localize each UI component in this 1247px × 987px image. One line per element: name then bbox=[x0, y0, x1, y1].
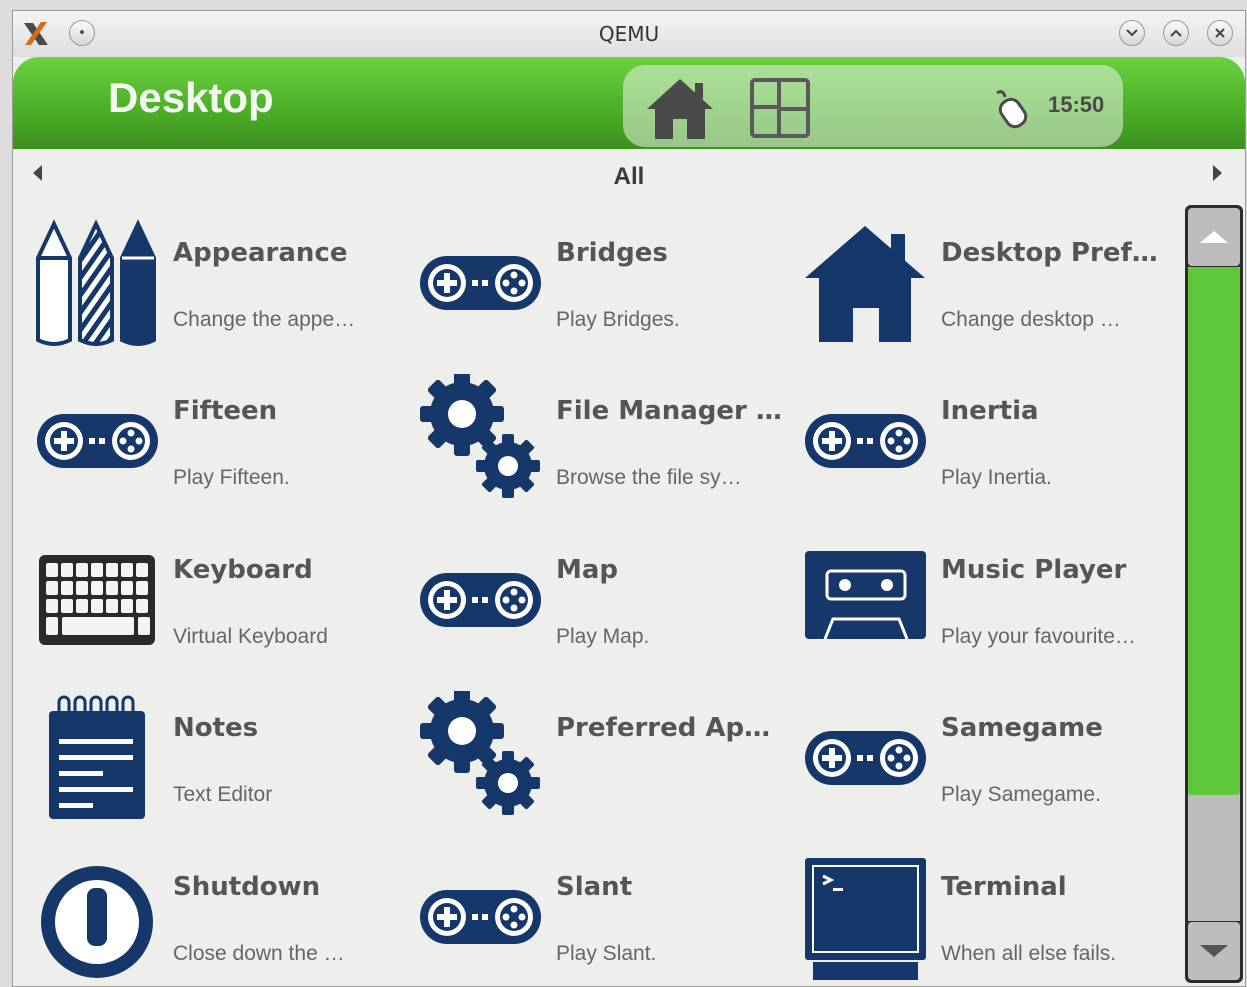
gamepad-icon bbox=[418, 216, 543, 346]
app-description: Browse the file sy… bbox=[556, 466, 742, 489]
app-item-music-player[interactable]: Music Player Play your favourite… bbox=[781, 533, 1161, 683]
app-name: Slant bbox=[556, 872, 633, 902]
app-item-shutdown[interactable]: Shutdown Close down the … bbox=[13, 850, 393, 986]
app-name: Inertia bbox=[941, 396, 1039, 426]
category-label: All bbox=[613, 163, 645, 190]
app-name: Keyboard bbox=[173, 555, 313, 585]
gears-icon bbox=[418, 689, 543, 821]
app-name: Notes bbox=[173, 713, 259, 743]
home-icon[interactable] bbox=[645, 77, 715, 141]
app-item-notes[interactable]: Notes Text Editor bbox=[13, 691, 393, 841]
close-button[interactable] bbox=[1207, 20, 1233, 46]
scrollbar[interactable] bbox=[1185, 205, 1243, 983]
app-description: Play Inertia. bbox=[941, 466, 1052, 489]
terminal-icon bbox=[803, 850, 928, 980]
gears-icon bbox=[418, 372, 543, 504]
app-description: Play Bridges. bbox=[556, 308, 680, 331]
app-description: Change desktop … bbox=[941, 308, 1121, 331]
arrow-down-icon bbox=[1200, 945, 1228, 957]
app-item-file-manager[interactable]: File Manager … Browse the file sy… bbox=[396, 372, 782, 524]
app-name: Bridges bbox=[556, 238, 668, 268]
app-item-inertia[interactable]: Inertia Play Inertia. bbox=[781, 374, 1161, 524]
maximize-button[interactable] bbox=[1163, 20, 1189, 46]
notepad-icon bbox=[35, 691, 160, 821]
app-name: Samegame bbox=[941, 713, 1103, 743]
house-icon bbox=[803, 216, 928, 346]
clock: 15:50 bbox=[1048, 92, 1105, 117]
close-icon bbox=[1215, 28, 1225, 38]
category-bar: All bbox=[13, 149, 1245, 201]
mouse-icon[interactable] bbox=[993, 87, 1033, 129]
power-icon bbox=[35, 850, 160, 980]
app-name: Music Player bbox=[941, 555, 1127, 585]
app-description: Text Editor bbox=[173, 783, 273, 806]
keyboard-icon bbox=[35, 533, 160, 663]
app-description: Play Slant. bbox=[556, 942, 657, 965]
app-description: Play Fifteen. bbox=[173, 466, 290, 489]
minimize-button[interactable] bbox=[1119, 20, 1145, 46]
app-item-preferred-ap[interactable]: Preferred Ap… bbox=[396, 689, 776, 841]
app-item-keyboard[interactable]: Keyboard Virtual Keyboard bbox=[13, 533, 393, 683]
scroll-down-button[interactable] bbox=[1188, 922, 1240, 980]
app-item-fifteen[interactable]: Fifteen Play Fifteen. bbox=[13, 374, 393, 524]
app-description: Play Map. bbox=[556, 625, 650, 648]
app-description: Play Samegame. bbox=[941, 783, 1101, 806]
app-item-desktop-pref[interactable]: Desktop Pref… Change desktop … bbox=[781, 216, 1161, 366]
app-name: Appearance bbox=[173, 238, 348, 268]
app-description: Play your favourite… bbox=[941, 625, 1136, 648]
app-name: Map bbox=[556, 555, 619, 585]
cassette-icon bbox=[803, 533, 928, 663]
page-title: Desktop bbox=[108, 74, 274, 121]
app-item-terminal[interactable]: Terminal When all else fails. bbox=[781, 850, 1161, 986]
app-name: File Manager … bbox=[556, 396, 782, 426]
app-description: Change the appe… bbox=[173, 308, 356, 331]
window-title: QEMU bbox=[598, 22, 660, 46]
gamepad-icon bbox=[803, 691, 928, 821]
app-item-samegame[interactable]: Samegame Play Samegame. bbox=[781, 691, 1161, 841]
scroll-thumb[interactable] bbox=[1188, 267, 1240, 795]
pencils-icon bbox=[35, 216, 160, 346]
qemu-window: • QEMU Desktop 15:50 All Appearance Chan… bbox=[12, 10, 1246, 987]
arrow-up-icon bbox=[1200, 231, 1228, 243]
app-name: Shutdown bbox=[173, 872, 321, 902]
gamepad-icon bbox=[418, 850, 543, 980]
app-name: Preferred Ap… bbox=[556, 713, 771, 743]
scroll-up-button[interactable] bbox=[1188, 208, 1240, 266]
gamepad-icon bbox=[803, 374, 928, 504]
chevron-up-icon bbox=[1170, 29, 1182, 37]
app-description: When all else fails. bbox=[941, 942, 1117, 965]
app-name: Desktop Pref… bbox=[941, 238, 1158, 268]
header-toolbar: 15:50 bbox=[623, 65, 1123, 147]
app-description: Close down the … bbox=[173, 942, 345, 965]
gamepad-icon bbox=[35, 374, 160, 504]
title-bar[interactable]: • QEMU bbox=[13, 11, 1245, 57]
app-description: Virtual Keyboard bbox=[173, 625, 328, 648]
next-category-arrow-icon[interactable] bbox=[1213, 165, 1222, 181]
switch-windows-icon[interactable] bbox=[749, 77, 811, 139]
chevron-down-icon bbox=[1126, 29, 1138, 37]
app-item-appearance[interactable]: Appearance Change the appe… bbox=[13, 216, 393, 366]
app-name: Terminal bbox=[941, 872, 1067, 902]
desktop-header: Desktop 15:50 bbox=[13, 57, 1245, 149]
app-item-map[interactable]: Map Play Map. bbox=[396, 533, 776, 683]
gamepad-icon bbox=[418, 533, 543, 663]
app-item-bridges[interactable]: Bridges Play Bridges. bbox=[396, 216, 776, 366]
app-name: Fifteen bbox=[173, 396, 278, 426]
app-item-slant[interactable]: Slant Play Slant. bbox=[396, 850, 776, 986]
